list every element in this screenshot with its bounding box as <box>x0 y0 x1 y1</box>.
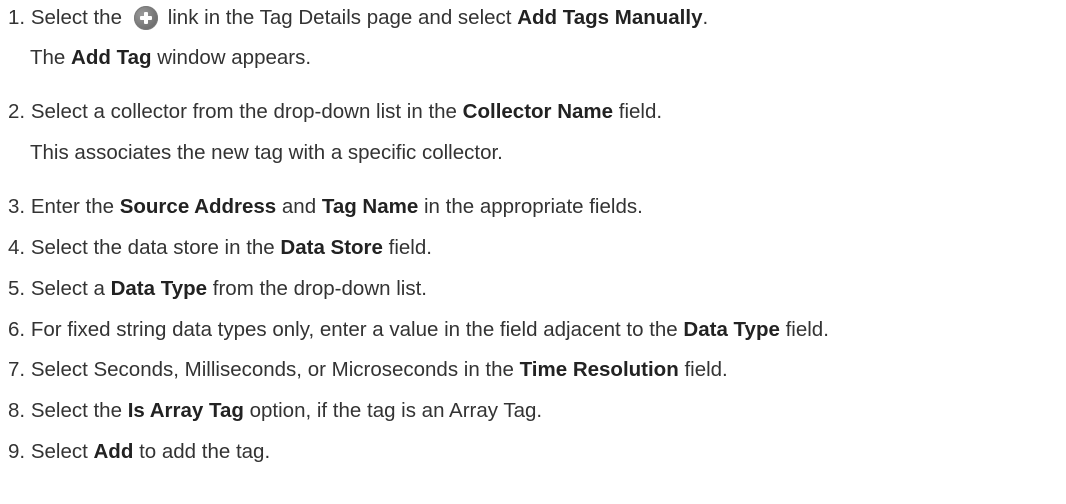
step-text: Select Seconds, Milliseconds, or Microse… <box>30 358 514 381</box>
step-number: 9. <box>8 440 26 463</box>
step-6: 6. For fixed string data types only, ent… <box>8 316 829 344</box>
ui-term: Add <box>93 440 134 463</box>
step-text: option, if the tag is an Array Tag. <box>249 399 543 422</box>
step-text: link in the Tag Details page and select <box>167 6 512 29</box>
ui-term: Time Resolution <box>519 358 679 381</box>
ui-term: Add Tags Manually <box>517 6 703 29</box>
step-number: 7. <box>8 358 26 381</box>
step-text: Select a collector from the drop-down li… <box>30 100 457 123</box>
step-number: 6. <box>8 318 26 341</box>
step-number: 3. <box>8 195 26 218</box>
step-text: The <box>30 46 66 69</box>
instruction-list: 1. Select the link in the Tag Details pa… <box>0 0 1066 504</box>
ui-term: Data Store <box>280 236 383 259</box>
step-text: to add the tag. <box>139 440 271 463</box>
step-1-note: The Add Tag window appears. <box>30 44 311 72</box>
step-number: 4. <box>8 236 26 259</box>
ui-term: Data Type <box>683 318 780 341</box>
step-4: 4. Select the data store in the Data Sto… <box>8 234 432 262</box>
step-2-note: This associates the new tag with a speci… <box>30 139 503 167</box>
step-text: Select <box>30 440 88 463</box>
step-text: and <box>281 195 317 218</box>
step-text: in the appropriate fields. <box>423 195 643 218</box>
step-1: 1. Select the link in the Tag Details pa… <box>8 4 708 32</box>
ui-term: Add Tag <box>71 46 152 69</box>
step-5: 5. Select a Data Type from the drop-down… <box>8 275 427 303</box>
step-9: 9. Select Add to add the tag. <box>8 438 270 466</box>
step-text: Select a <box>30 277 105 300</box>
step-8: 8. Select the Is Array Tag option, if th… <box>8 397 542 425</box>
step-number: 5. <box>8 277 26 300</box>
step-text: Select the data store in the <box>30 236 275 259</box>
ui-term: Collector Name <box>462 100 614 123</box>
plus-circle-icon <box>133 6 158 30</box>
ui-term: Tag Name <box>321 195 419 218</box>
step-7: 7. Select Seconds, Milliseconds, or Micr… <box>8 356 728 384</box>
step-3: 3. Enter the Source Address and Tag Name… <box>8 193 643 221</box>
step-text: from the drop-down list. <box>212 277 427 300</box>
ui-term: Source Address <box>119 195 277 218</box>
step-text: field. <box>785 318 829 341</box>
step-text: window appears. <box>157 46 312 69</box>
step-text: field. <box>684 358 728 381</box>
ui-term: Data Type <box>110 277 208 300</box>
step-number: 1. <box>8 6 26 29</box>
step-2: 2. Select a collector from the drop-down… <box>8 98 662 126</box>
step-text: field. <box>618 100 663 123</box>
step-text: This associates the new tag with a speci… <box>30 141 503 164</box>
step-text: . <box>702 6 709 29</box>
ui-term: Is Array Tag <box>127 399 244 422</box>
step-number: 8. <box>8 399 26 422</box>
step-text: For fixed string data types only, enter … <box>30 318 678 341</box>
step-text: Select the <box>30 399 122 422</box>
step-text: Enter the <box>30 195 115 218</box>
step-text: Select the <box>30 6 122 29</box>
step-number: 2. <box>8 100 26 123</box>
step-text: field. <box>388 236 432 259</box>
